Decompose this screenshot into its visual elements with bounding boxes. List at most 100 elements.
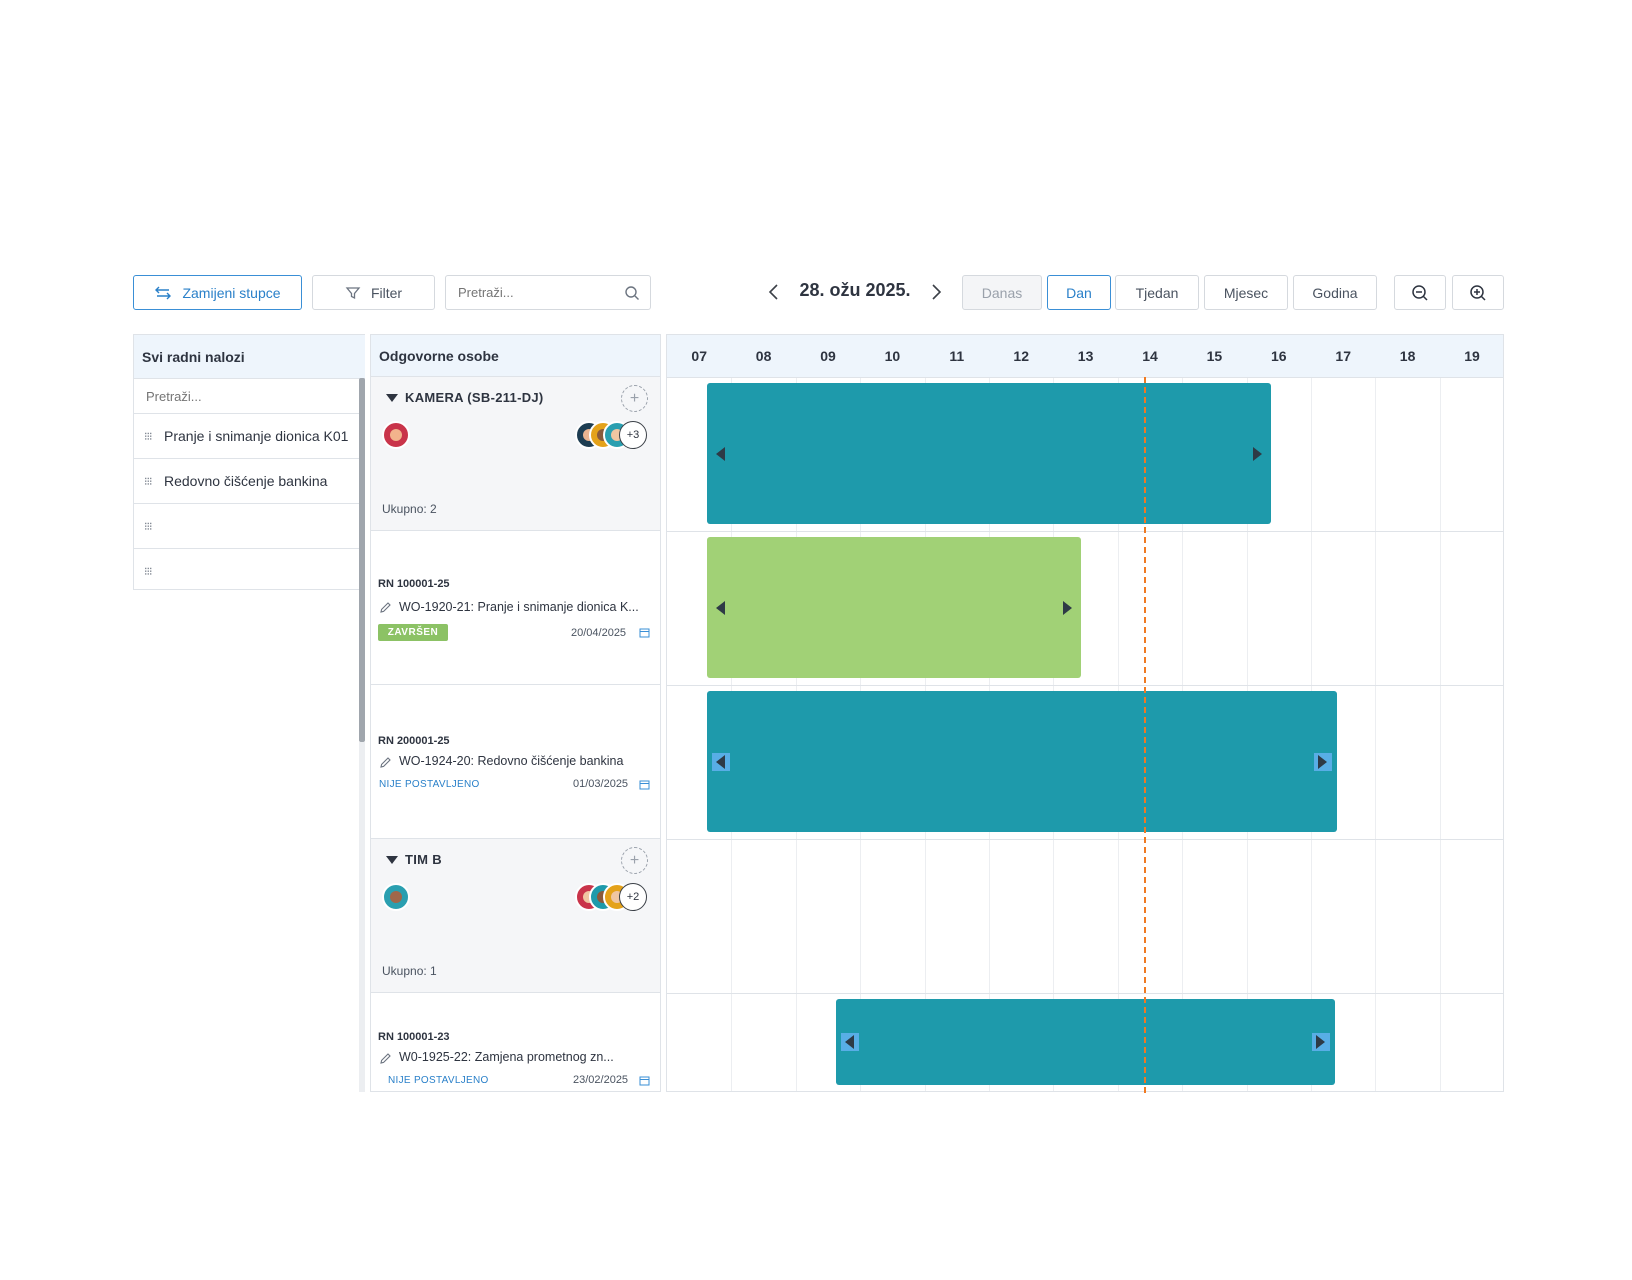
search-icon[interactable]: [624, 285, 640, 301]
hour-label: 15: [1206, 348, 1223, 364]
hour-label: 18: [1399, 348, 1416, 364]
timeline-grid: 07 08 09 10 11 12 13 14 15 16 17 18 19: [666, 334, 1504, 1093]
search-box: [445, 275, 651, 310]
drag-handle-icon[interactable]: ⁝⁝⁝: [134, 520, 164, 533]
hour-label: 16: [1271, 348, 1287, 364]
resize-handle-right-icon[interactable]: [1313, 752, 1332, 771]
add-member-icon[interactable]: +: [621, 385, 648, 412]
avatar[interactable]: [382, 883, 410, 911]
work-orders-panel: Svi radni nalozi ⁝⁝⁝ Pranje i snimanje d…: [133, 334, 368, 593]
order-date: 23/02/2025: [573, 1074, 629, 1086]
swap-columns-button[interactable]: Zamijeni stupce: [133, 275, 302, 310]
work-order-item[interactable]: ⁝⁝⁝ Redovno čišćenje bankina: [134, 459, 365, 504]
group-total: Ukupno: 2: [382, 502, 437, 516]
pencil-icon[interactable]: [379, 756, 392, 769]
hour-label: 12: [1013, 348, 1029, 364]
left-panel-scrollbar-track: [359, 742, 365, 1092]
status-badge: NIJE POSTAVLJENO: [379, 779, 480, 790]
pencil-icon[interactable]: [379, 1052, 392, 1065]
resize-handle-right-icon[interactable]: [1058, 599, 1076, 617]
current-date: 28. ožu 2025.: [799, 280, 911, 300]
today-button[interactable]: Danas: [962, 275, 1042, 310]
chevron-left-icon[interactable]: [766, 283, 782, 301]
work-order-item[interactable]: ⁝⁝⁝: [134, 504, 365, 549]
order-number: RN 200001-25: [378, 735, 450, 747]
calendar-icon[interactable]: [639, 779, 650, 790]
schedule-bar[interactable]: [706, 537, 1082, 678]
caret-down-icon[interactable]: [385, 855, 399, 865]
view-month-button[interactable]: Mjesec: [1204, 275, 1288, 310]
zoom-out-button[interactable]: [1394, 275, 1446, 310]
schedule-bar[interactable]: [706, 691, 1337, 832]
work-orders-title: Svi radni nalozi: [134, 335, 365, 379]
order-row[interactable]: RN 100001-25 WO-1920-21: Pranje i sniman…: [371, 531, 660, 685]
order-row[interactable]: RN 100001-23 W0-1925-22: Zamjena prometn…: [371, 993, 660, 1091]
caret-down-icon[interactable]: [385, 393, 399, 403]
row-gridline: [667, 531, 1503, 532]
order-row[interactable]: RN 200001-25 WO-1924-20: Redovno čišćenj…: [371, 685, 660, 839]
hour-gridline: [1439, 377, 1441, 1091]
hour-gridline: [1375, 377, 1377, 1091]
zoom-out-icon: [1412, 284, 1428, 301]
view-year-button[interactable]: Godina: [1293, 275, 1377, 310]
hour-label: 17: [1335, 348, 1351, 364]
add-member-icon[interactable]: +: [621, 847, 648, 874]
hour-label: 09: [820, 348, 836, 364]
group-name: KAMERA (SB-211-DJ): [405, 390, 544, 405]
work-order-label: Pranje i snimanje dionica K01: [164, 428, 349, 444]
order-date: 20/04/2025: [571, 627, 627, 639]
more-members-badge[interactable]: +2: [619, 883, 647, 911]
view-day-button[interactable]: Dan: [1047, 275, 1111, 310]
order-date: 01/03/2025: [573, 778, 629, 790]
more-members-badge[interactable]: +3: [619, 421, 647, 449]
chevron-right-icon[interactable]: [928, 283, 944, 301]
schedule-bar[interactable]: [706, 383, 1272, 524]
order-title: WO-1924-20: Redovno čišćenje bankina: [399, 754, 624, 768]
hour-label: 13: [1077, 348, 1094, 364]
left-panel-scrollbar[interactable]: [359, 378, 365, 742]
pencil-icon[interactable]: [379, 601, 392, 614]
search-input[interactable]: [446, 276, 616, 309]
row-gridline: [667, 685, 1503, 686]
resize-handle-left-icon[interactable]: [840, 1033, 859, 1051]
swap-columns-label: Zamijeni stupce: [182, 284, 281, 301]
resize-handle-left-icon[interactable]: [711, 752, 730, 771]
avatar[interactable]: [382, 421, 410, 449]
work-orders-search-input[interactable]: [134, 379, 368, 413]
hour-label: 07: [691, 348, 707, 364]
order-number: RN 100001-23: [378, 1031, 450, 1043]
work-orders-search: [134, 379, 368, 414]
drag-handle-icon[interactable]: ⁝⁝⁝: [134, 430, 164, 443]
calendar-icon[interactable]: [639, 627, 650, 638]
resources-title: Odgovorne osobe: [371, 335, 660, 377]
resource-group[interactable]: KAMERA (SB-211-DJ) + +3 Ukupno: 2: [371, 377, 660, 531]
hour-label: 14: [1142, 348, 1158, 364]
hour-label: 11: [949, 348, 965, 364]
drag-handle-icon[interactable]: ⁝⁝⁝: [134, 475, 164, 488]
schedule-bar[interactable]: [835, 999, 1335, 1085]
zoom-in-icon: [1470, 284, 1486, 301]
calendar-icon[interactable]: [639, 1075, 650, 1086]
hour-label: 19: [1464, 348, 1480, 364]
row-gridline: [667, 839, 1503, 840]
order-number: RN 100001-25: [378, 578, 450, 590]
order-title: W0-1925-22: Zamjena prometnog zn...: [399, 1050, 614, 1064]
filter-button[interactable]: Filter: [312, 275, 435, 310]
resize-handle-left-icon[interactable]: [712, 599, 730, 617]
work-order-item[interactable]: ⁝⁝⁝ Pranje i snimanje dionica K01: [134, 414, 365, 459]
row-gridline: [667, 993, 1503, 994]
work-order-label: Redovno čišćenje bankina: [164, 473, 328, 489]
resize-handle-right-icon[interactable]: [1311, 1033, 1330, 1051]
resource-group[interactable]: TIM B + +2 Ukupno: 1: [371, 839, 660, 993]
work-order-item[interactable]: ⁝⁝⁝: [134, 549, 365, 593]
zoom-in-button[interactable]: [1452, 275, 1504, 310]
view-week-button[interactable]: Tjedan: [1115, 275, 1199, 310]
drag-handle-icon[interactable]: ⁝⁝⁝: [134, 565, 164, 578]
group-total: Ukupno: 1: [382, 964, 437, 978]
hour-label: 10: [884, 348, 901, 364]
row-gridline: [667, 377, 1503, 378]
filter-label: Filter: [370, 284, 403, 301]
resize-handle-right-icon[interactable]: [1248, 445, 1266, 463]
resize-handle-left-icon[interactable]: [712, 445, 730, 463]
status-badge: ZAVRŠEN: [378, 624, 448, 641]
